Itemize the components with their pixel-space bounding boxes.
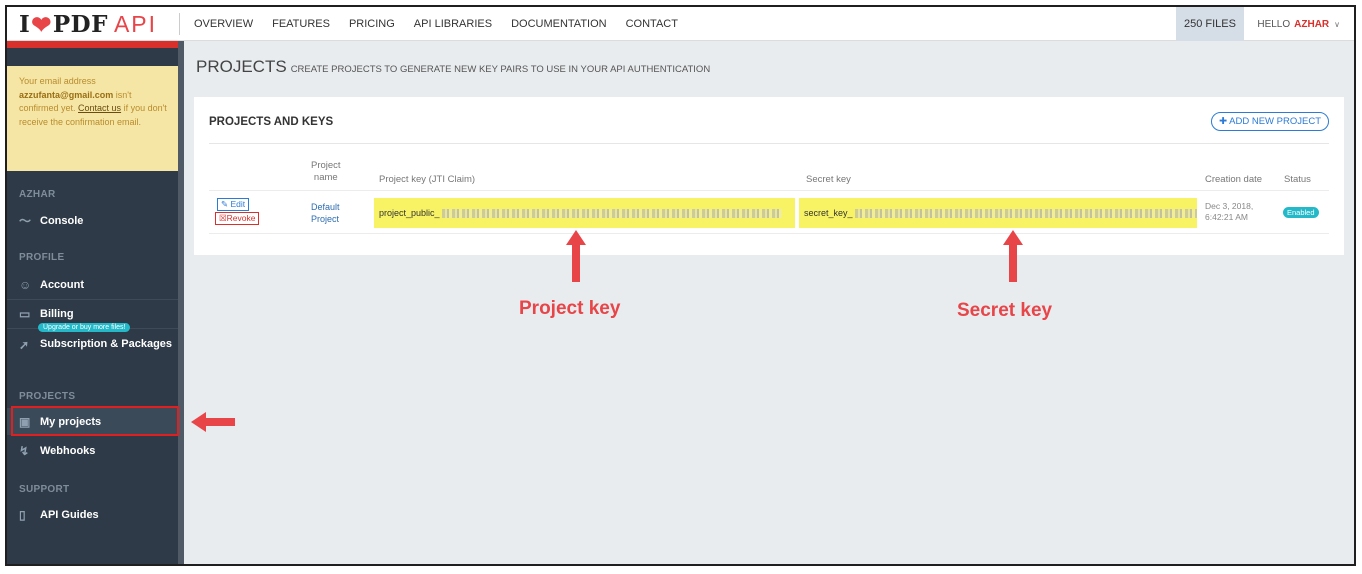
screenshot-frame: I ❤ PDF API OVERVIEW FEATURES PRICING AP… [5,5,1356,566]
credit-card-icon: ▭ [19,307,31,321]
main-nav: OVERVIEW FEATURES PRICING API LIBRARIES … [194,7,678,41]
add-button-label: ADD NEW PROJECT [1229,116,1321,127]
sidebar-item-account[interactable]: ☺ Account [7,270,178,299]
projects-card: PROJECTS AND KEYS ✚ ADD NEW PROJECT Proj… [194,97,1344,255]
section-user: AZHAR [19,189,56,200]
sidebar-item-label: Console [40,214,84,227]
page-title-text: PROJECTS [196,57,287,76]
project-name-link[interactable]: Default Project [311,201,340,225]
main-content: PROJECTS CREATE PROJECTS TO GENERATE NEW … [184,41,1354,564]
top-navbar: I ❤ PDF API OVERVIEW FEATURES PRICING AP… [7,7,1354,41]
revoke-label: Revoke [226,213,256,223]
page-title: PROJECTS CREATE PROJECTS TO GENERATE NEW … [196,57,710,77]
chevron-down-icon: ∨ [1334,19,1340,29]
status-badge: Enabled [1283,207,1319,218]
logo-pdf: PDF [52,10,108,38]
rocket-icon: ➚ [19,338,30,352]
book-icon: ▯ [19,507,26,522]
heart-icon: ❤ [31,9,52,39]
arrow-up-annotation-secret-key [1003,230,1023,282]
nav-pricing[interactable]: PRICING [349,18,395,30]
row-divider [209,190,1329,191]
sidebar-accent-bar [7,41,178,48]
sidebar-spacer [7,48,178,66]
sidebar-item-label: Webhooks [40,445,96,457]
brand-logo[interactable]: I ❤ PDF API [19,8,157,40]
col-project-key: Project key (JTI Claim) [379,174,476,185]
logo-api: API [113,10,158,37]
creation-date: Dec 3, 2018, 6:42:21 AM [1205,201,1253,223]
col-secret-key: Secret key [806,174,851,185]
sidebar-item-label: Billing [40,308,74,320]
project-name-line1: Default [311,202,340,212]
sidebar-item-console[interactable]: 〜 Console [7,207,178,234]
logo-i: I [19,10,31,38]
lightning-icon: ↯ [19,444,30,458]
creation-date-line2: 6:42:21 AM [1205,212,1249,222]
add-new-project-button[interactable]: ✚ ADD NEW PROJECT [1211,112,1329,131]
section-projects: PROJECTS [19,391,76,402]
creation-date-line1: Dec 3, 2018, [1205,201,1254,211]
arrow-up-annotation-project-key [566,230,586,282]
hello-label: HELLO [1257,18,1291,30]
trash-icon: ☒ [219,213,227,223]
nav-documentation[interactable]: DOCUMENTATION [511,18,607,30]
sidebar-item-webhooks[interactable]: ↯ Webhooks [7,437,178,465]
user-menu[interactable]: HELLO AZHAR ∨ [1257,7,1340,41]
sidebar-item-api-guides[interactable]: ▯ API Guides [7,501,178,528]
nav-api-libraries[interactable]: API LIBRARIES [414,18,492,30]
col-project-name-line1: Project [311,160,341,171]
user-icon: ☺ [19,277,32,292]
sidebar-item-label: Account [40,278,84,291]
secret-key-field[interactable]: secret_key_ [799,198,1197,228]
highlight-box-my-projects [11,406,179,436]
section-support: SUPPORT [19,484,70,495]
secret-key-prefix: secret_key_ [804,208,853,218]
alert-email: azzufanta@gmail.com [19,89,114,100]
user-name: AZHAR [1294,18,1330,30]
edit-label: Edit [230,199,246,209]
edit-button[interactable]: ✎ Edit [217,198,250,211]
plus-icon: ✚ [1219,116,1228,127]
sidebar-item-subscription[interactable]: ➚ Subscription & Packages [7,328,178,368]
project-name-line2: Project [311,214,340,224]
revoke-button[interactable]: ☒Revoke [215,212,260,225]
col-project-name-line2: name [313,172,338,183]
email-confirmation-alert: Your email address azzufanta@gmail.com i… [7,66,178,171]
files-counter[interactable]: 250 FILES [1176,7,1244,41]
nav-overview[interactable]: OVERVIEW [194,18,253,30]
col-project-name: Project name [311,160,341,184]
redacted-key [441,208,782,218]
sidebar-item-label: Subscription & Packages [40,338,173,350]
logo-divider [179,13,180,35]
divider [209,143,1329,144]
nav-features[interactable]: FEATURES [272,18,330,30]
upgrade-badge[interactable]: Upgrade or buy more files! [38,323,131,332]
project-key-prefix: project_public_ [379,208,440,218]
sidebar-item-label: API Guides [40,508,99,521]
project-key-field[interactable]: project_public_ [374,198,795,228]
col-creation-date: Creation date [1205,174,1263,185]
annotation-project-key: Project key [519,298,621,319]
row-divider [209,233,1329,234]
alert-text-pre: Your email address [19,76,96,86]
section-profile: PROFILE [19,252,65,263]
contact-us-link[interactable]: Contact us [78,103,121,113]
nav-contact[interactable]: CONTACT [626,18,678,30]
col-status: Status [1284,174,1311,185]
page-subtitle: CREATE PROJECTS TO GENERATE NEW KEY PAIR… [290,64,711,75]
chart-line-icon: 〜 [19,214,32,228]
edit-icon: ✎ [221,199,229,209]
redacted-secret [854,208,1197,218]
card-heading: PROJECTS AND KEYS [209,116,334,128]
annotation-secret-key: Secret key [957,300,1053,321]
